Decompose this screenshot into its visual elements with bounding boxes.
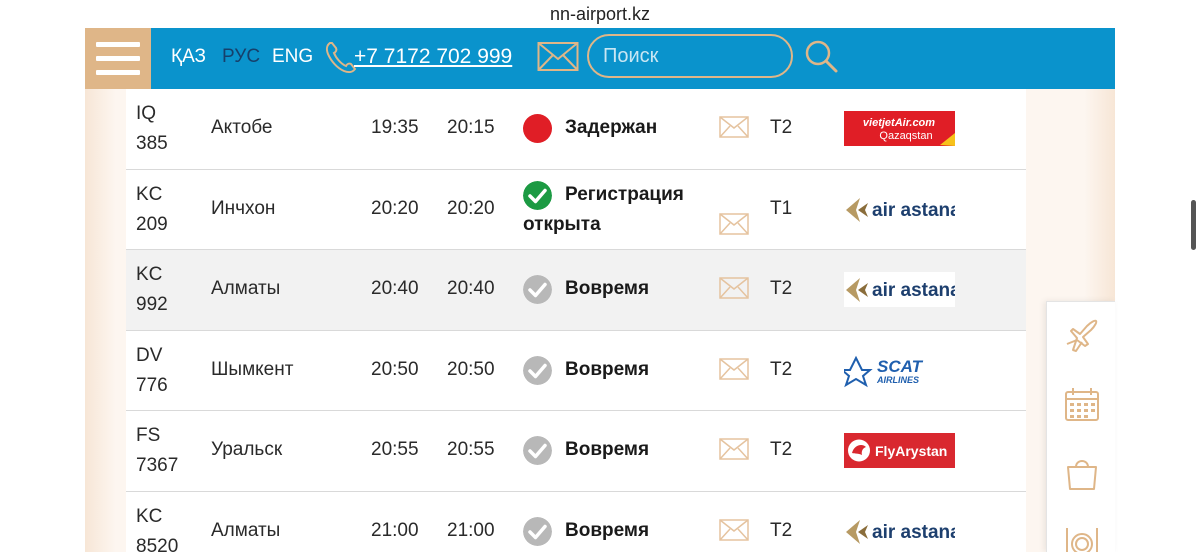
flight-city: Алматы <box>211 278 281 299</box>
flight-terminal: T1 <box>770 197 793 219</box>
flight-city: Актобе <box>211 117 273 138</box>
plane-icon[interactable] <box>1063 316 1101 354</box>
dining-icon[interactable] <box>1063 522 1101 552</box>
calendar-icon[interactable] <box>1063 386 1101 424</box>
air-astana-logo: air astana <box>846 519 955 544</box>
flight-number: KC 992 <box>136 264 168 315</box>
vietjet-logo: vietjetAir.com Qazaqstan <box>844 111 955 146</box>
notify-mail-icon[interactable] <box>719 212 749 235</box>
hamburger-menu-button[interactable] <box>85 28 151 89</box>
flight-city: Алматы <box>211 519 281 541</box>
table-row[interactable]: IQ 385 Актобе 19:35 20:15 Задержан T2 vie… <box>126 89 1026 170</box>
flights-table: IQ 385 Актобе 19:35 20:15 Задержан T2 vie… <box>126 89 1026 552</box>
flight-status: Регистрация открыта <box>523 183 684 235</box>
flight-time-scheduled: 20:40 <box>371 278 419 299</box>
status-delayed-icon <box>523 114 552 143</box>
shopping-bag-icon[interactable] <box>1063 454 1101 492</box>
table-row[interactable]: KC 209 Инчхон 20:20 20:20 Регистрация отк… <box>126 169 1026 250</box>
site-header: ҚАЗ РУС ENG +7 7172 702 999 <box>85 28 1115 89</box>
flight-time-scheduled: 20:20 <box>371 197 419 219</box>
menu-bar-icon <box>96 42 140 47</box>
status-check-ontime-icon <box>523 275 552 304</box>
flight-time-scheduled: 20:55 <box>371 439 419 460</box>
flight-number: KC 8520 <box>136 505 179 552</box>
table-row[interactable]: FS 7367 Уральск 20:55 20:55 Вовремя T2 Fl… <box>126 411 1026 492</box>
status-check-ontime-icon <box>523 436 552 465</box>
svg-text:SCAT: SCAT <box>877 357 924 376</box>
lang-rus[interactable]: РУС <box>222 45 260 69</box>
flight-time-scheduled: 20:50 <box>371 358 419 380</box>
menu-bar-icon <box>96 56 140 61</box>
phone-icon[interactable] <box>324 39 358 75</box>
flight-time-actual: 20:55 <box>447 439 495 460</box>
flight-number: DV 776 <box>136 344 168 396</box>
svg-text:FlyArystan: FlyArystan <box>875 443 947 459</box>
browser-url[interactable]: nn-airport.kz <box>0 0 1200 28</box>
table-row[interactable]: KC 8520 Алматы 21:00 21:00 Вовремя T2 air… <box>126 491 1026 552</box>
flight-status: Вовремя <box>565 439 650 460</box>
lang-eng[interactable]: ENG <box>272 45 313 69</box>
svg-text:AIRLINES: AIRLINES <box>876 375 919 385</box>
flight-terminal: T2 <box>770 358 793 380</box>
flight-terminal: T2 <box>770 117 793 138</box>
flight-city: Шымкент <box>211 358 294 380</box>
search-icon[interactable] <box>803 38 839 74</box>
search-input[interactable] <box>587 34 793 78</box>
flight-terminal: T2 <box>770 439 793 460</box>
flight-number: IQ 385 <box>136 103 168 154</box>
menu-bar-icon <box>96 70 140 75</box>
status-check-ontime-icon <box>523 516 552 546</box>
flight-status: Задержан <box>565 117 658 138</box>
notify-mail-icon[interactable] <box>719 277 749 299</box>
flight-number: FS 7367 <box>136 425 179 476</box>
table-row[interactable]: DV 776 Шымкент 20:50 20:50 Вовремя T2 SCA… <box>126 330 1026 411</box>
quick-nav-panel <box>1046 301 1115 552</box>
flight-city: Уральск <box>211 439 283 460</box>
notify-mail-icon[interactable] <box>719 518 749 541</box>
status-check-ontime-icon <box>523 355 552 385</box>
flyarystan-logo: FlyArystan <box>844 433 955 468</box>
flight-terminal: T2 <box>770 278 793 299</box>
page-scrollbar[interactable] <box>1191 200 1196 250</box>
flight-time-scheduled: 19:35 <box>371 117 419 138</box>
flight-time-actual: 20:15 <box>447 117 495 138</box>
svg-text:air astana: air astana <box>872 280 955 301</box>
table-row[interactable]: KC 992 Алматы 20:40 20:40 Вовремя T2 air … <box>126 250 1026 331</box>
flight-number: KC 209 <box>136 183 168 235</box>
flight-time-actual: 20:40 <box>447 278 495 299</box>
flight-terminal: T2 <box>770 519 793 541</box>
svg-text:air astana: air astana <box>872 522 955 543</box>
flight-city: Инчхон <box>211 197 276 219</box>
lang-kaz[interactable]: ҚАЗ <box>171 45 206 69</box>
flight-status: Вовремя <box>565 519 650 541</box>
mail-icon[interactable] <box>537 41 579 73</box>
flight-status: Вовремя <box>565 358 650 380</box>
flight-time-scheduled: 21:00 <box>371 519 419 541</box>
flight-time-actual: 21:00 <box>447 519 495 541</box>
notify-mail-icon[interactable] <box>719 116 749 138</box>
svg-text:Qazaqstan: Qazaqstan <box>879 130 932 142</box>
air-astana-logo: air astana <box>844 272 955 307</box>
flight-time-actual: 20:20 <box>447 197 495 219</box>
svg-text:air astana: air astana <box>872 200 955 221</box>
flight-time-actual: 20:50 <box>447 358 495 380</box>
scat-airlines-logo: SCAT AIRLINES <box>844 355 924 387</box>
notify-mail-icon[interactable] <box>719 357 749 380</box>
flight-status: Вовремя <box>565 278 650 299</box>
notify-mail-icon[interactable] <box>719 438 749 460</box>
phone-number-link[interactable]: +7 7172 702 999 <box>354 45 512 69</box>
air-astana-logo: air astana <box>846 197 955 222</box>
svg-text:vietjetAir.com: vietjetAir.com <box>863 117 935 129</box>
